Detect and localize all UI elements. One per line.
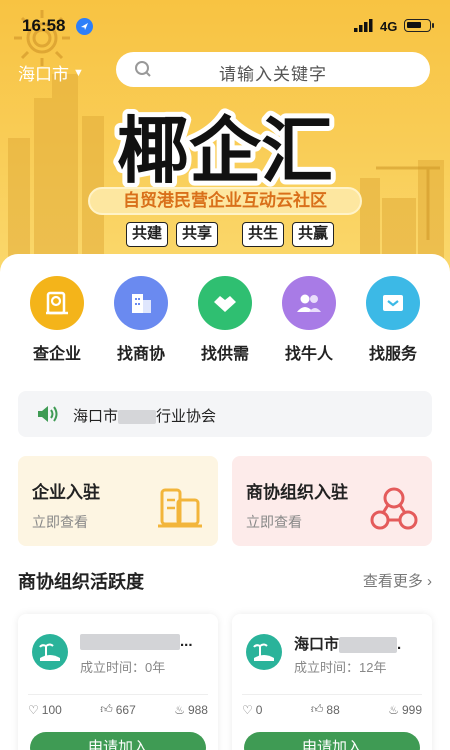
chevron-down-icon: ▼ [73, 66, 84, 79]
tag-share: 共享 [176, 222, 218, 247]
quick-find-service[interactable]: 找服务 [351, 276, 435, 364]
org-logo-icon [246, 634, 282, 670]
redacted-text [80, 634, 180, 651]
quick-find-company[interactable]: 查企业 [15, 276, 99, 364]
apply-join-button[interactable]: 申请加入 [244, 732, 420, 750]
notice-bar[interactable]: 海口市 行业协会 [18, 391, 432, 437]
city-name: 海口市 [18, 65, 69, 84]
search-input[interactable]: 请输入关键字 [116, 52, 430, 87]
org-card[interactable]: 海口市. 成立时间：12年 ♡ 0 👍︎ 88 ♨ 999 申请加入 [232, 614, 432, 750]
notice-text: 海口市 行业协会 [73, 405, 216, 426]
heart-icon: ♡ [242, 702, 253, 717]
search-placeholder: 请输入关键字 [219, 65, 327, 84]
view-more-link[interactable]: 查看更多 › [363, 570, 432, 591]
status-time: 16:58 [22, 16, 66, 35]
promo-subtitle: 立即查看 [32, 514, 88, 530]
quick-label: 找服务 [368, 346, 417, 363]
promo-title: 企业入驻 [32, 483, 100, 502]
likes-stat: 👍︎ 88 [311, 702, 340, 717]
followers-count: 100 [41, 702, 62, 717]
quick-find-supply-demand[interactable]: 找供需 [183, 276, 267, 364]
likes-count: 88 [326, 702, 340, 717]
main-panel: 查企业 找商协 找供需 找牛人 找服务 海口市 行业协会 企业入驻 立即查看 商… [0, 254, 450, 750]
divider [242, 694, 422, 695]
apply-join-button[interactable]: 申请加入 [30, 732, 206, 750]
redacted-text [339, 637, 398, 654]
org-established: 成立时间：0年 [80, 660, 166, 675]
heart-icon: ♡ [28, 702, 39, 717]
promo-company-join[interactable]: 企业入驻 立即查看 [18, 456, 218, 546]
value-tags: 共建 共享 共生 共赢 [126, 222, 334, 247]
promo-association-join[interactable]: 商协组织入驻 立即查看 [232, 456, 432, 546]
tag-cogrow: 共生 [242, 222, 284, 247]
thumbs-up-icon: 👍︎ [100, 702, 113, 716]
heat-count: 988 [187, 702, 208, 717]
svg-text:椰企汇: 椰企汇 [117, 109, 333, 193]
flame-icon: ♨ [174, 702, 185, 717]
brand-logo: 椰企汇 椰企汇 [112, 104, 338, 194]
people-icon [282, 276, 336, 330]
city-selector[interactable]: 海口市 ▼ [18, 60, 84, 85]
promo-title: 商协组织入驻 [246, 483, 348, 502]
handshake-icon [198, 276, 252, 330]
org-name-suffix: ... [180, 633, 193, 650]
location-arrow-icon [76, 18, 93, 35]
cellular-signal-icon [354, 19, 373, 32]
hero-banner: 16:58 4G 海口市 ▼ 请输入关键字 椰企汇 椰企汇 自贸港民营企业互动云… [0, 0, 450, 272]
speaker-icon [38, 406, 58, 422]
quick-find-talent[interactable]: 找牛人 [267, 276, 351, 364]
quick-find-association[interactable]: 找商协 [99, 276, 183, 364]
followers-count: 0 [255, 702, 263, 717]
org-name: 海口市. [294, 633, 401, 654]
divider [28, 694, 208, 695]
slogan: 自贸港民营企业互动云社区 [88, 187, 362, 215]
org-name-suffix: . [397, 636, 402, 653]
network-nodes-icon [370, 487, 418, 530]
org-stats: ♡ 100 👍︎ 667 ♨ 988 [28, 702, 208, 717]
followers-stat: ♡ 0 [242, 702, 262, 717]
quick-label: 找商协 [116, 346, 165, 363]
quick-label: 找供需 [200, 346, 249, 363]
building-icon [114, 276, 168, 330]
tag-cobuild: 共建 [126, 222, 168, 247]
likes-stat: 👍︎ 667 [100, 702, 136, 717]
view-more-label: 查看更多 [362, 573, 423, 590]
battery-icon [404, 19, 434, 32]
quick-label: 查企业 [32, 346, 81, 363]
heat-stat: ♨ 988 [174, 702, 208, 717]
org-established: 成立时间：12年 [294, 660, 387, 675]
org-stats: ♡ 0 👍︎ 88 ♨ 999 [242, 702, 422, 717]
service-icon [366, 276, 420, 330]
chevron-right-icon: › [427, 573, 432, 590]
promo-subtitle: 立即查看 [246, 514, 302, 530]
heat-count: 999 [401, 702, 422, 717]
likes-count: 667 [115, 702, 136, 717]
company-building-icon [158, 488, 202, 528]
notice-suffix: 行业协会 [156, 408, 217, 425]
network-type: 4G [380, 19, 398, 34]
notice-prefix: 海口市 [73, 408, 119, 425]
followers-stat: ♡ 100 [28, 702, 62, 717]
org-logo-icon [32, 634, 68, 670]
thumbs-up-icon: 👍︎ [310, 702, 324, 716]
org-name-prefix: 海口市 [294, 636, 340, 653]
org-card[interactable]: ... 成立时间：0年 ♡ 100 👍︎ 667 ♨ 988 申请加入 [18, 614, 218, 750]
quick-links: 查企业 找商协 找供需 找牛人 找服务 [0, 276, 450, 364]
company-search-icon [30, 276, 84, 330]
tag-winwin: 共赢 [292, 222, 334, 247]
status-bar: 16:58 4G [0, 0, 450, 44]
heat-stat: ♨ 999 [388, 702, 422, 717]
redacted-text [118, 410, 157, 425]
flame-icon: ♨ [388, 702, 399, 717]
org-name: ... [80, 633, 193, 651]
section-title: 商协组织活跃度 [18, 572, 144, 592]
quick-label: 找牛人 [284, 346, 333, 363]
